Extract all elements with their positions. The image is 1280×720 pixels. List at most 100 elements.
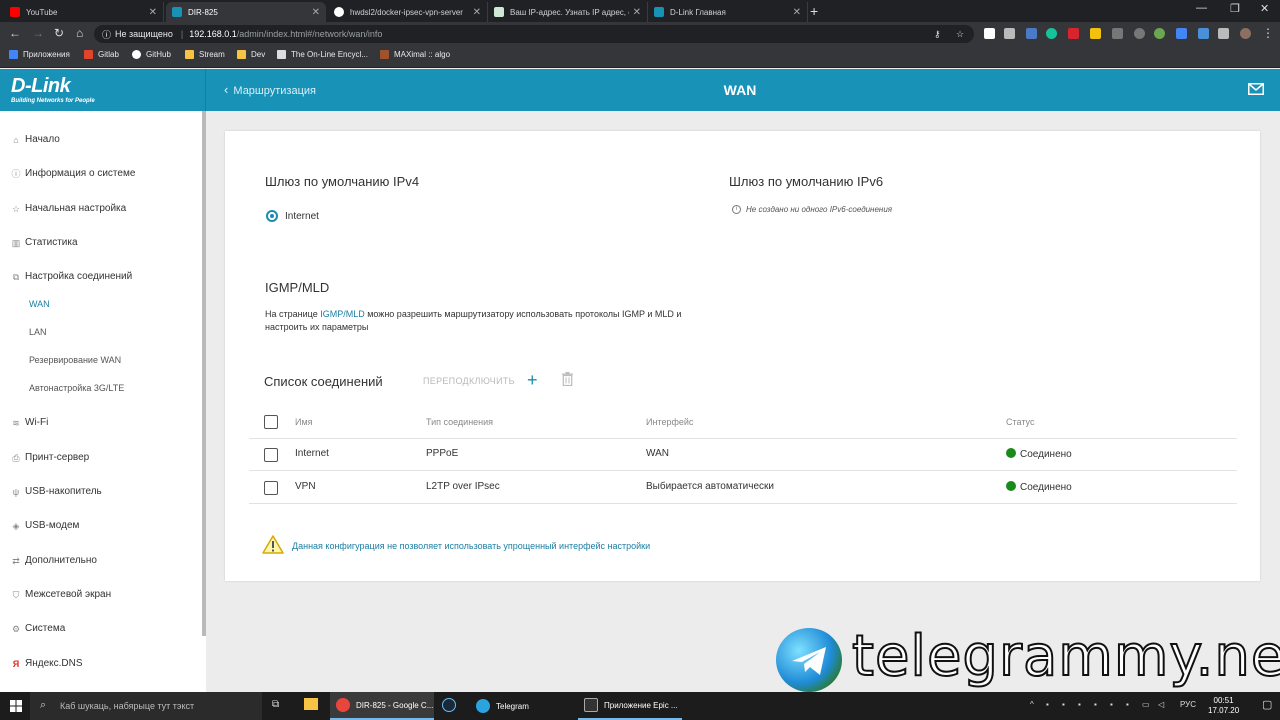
tab-youtube[interactable]: YouTube ✕: [4, 2, 164, 22]
steam-icon[interactable]: [442, 698, 456, 712]
windows-start-icon[interactable]: [10, 700, 22, 712]
adblock-icon[interactable]: [1068, 28, 1079, 39]
notifications-icon[interactable]: ▢: [1262, 698, 1272, 711]
close-icon[interactable]: ✕: [312, 7, 320, 18]
row-name[interactable]: VPN: [295, 481, 316, 492]
tab-dir825[interactable]: DIR-825 ✕: [166, 2, 326, 22]
tab-dlink-home[interactable]: D-Link Главная ✕: [648, 2, 808, 22]
language-indicator[interactable]: РУС: [1180, 700, 1196, 709]
tab-ip-address[interactable]: Ваш IP-адрес. Узнать IP адрес, с ✕: [488, 2, 648, 22]
taskbar-search[interactable]: ⌕ Каб шукаць, набярыце тут тэкст: [30, 692, 262, 720]
bookmark-github[interactable]: GitHub: [132, 50, 171, 59]
mail-icon[interactable]: [1248, 83, 1264, 95]
column-header-type[interactable]: Тип соединения: [426, 417, 493, 427]
sidebar-subitem-wan[interactable]: WAN: [29, 299, 50, 309]
row-checkbox[interactable]: [264, 448, 278, 462]
sidebar-item-system-info[interactable]: ⓘ Информация о системе: [11, 168, 135, 179]
github-icon: [334, 7, 344, 17]
sidebar-item-print-server[interactable]: ⎙ Принт-сервер: [11, 452, 89, 463]
restore-icon[interactable]: ❐: [1230, 2, 1240, 15]
close-icon[interactable]: ✕: [473, 7, 481, 18]
sidebar-item-connections[interactable]: ⧉ Настройка соединений: [11, 271, 132, 282]
sidebar-item-statistics[interactable]: ▥ Статистика: [11, 237, 78, 248]
back-arrow-icon[interactable]: ←: [9, 26, 21, 40]
taskbar-app-label: Приложение Epic ...: [604, 700, 678, 710]
sidebar-item-system[interactable]: ⚙ Система: [11, 623, 65, 634]
extension-icon[interactable]: [1026, 28, 1037, 39]
explorer-icon[interactable]: [304, 698, 318, 710]
column-header-name[interactable]: Имя: [295, 417, 313, 427]
sidebar-item-wifi[interactable]: ≋ Wi-Fi: [11, 417, 48, 428]
column-header-interface[interactable]: Интерфейс: [646, 417, 693, 427]
bookmark-oeis[interactable]: The On-Line Encycl...: [277, 50, 368, 59]
clock[interactable]: 00:51 17.07.20: [1208, 696, 1239, 716]
close-icon[interactable]: ✕: [633, 7, 641, 18]
tray-app-icon[interactable]: ▪: [1110, 700, 1113, 709]
row-checkbox[interactable]: [264, 481, 278, 495]
sidebar-item-home[interactable]: ⌂ Начало: [11, 134, 60, 145]
close-icon[interactable]: ✕: [149, 7, 157, 18]
home-icon[interactable]: ⌂: [76, 26, 83, 40]
info-icon[interactable]: ⓘ: [102, 28, 111, 41]
close-icon[interactable]: ✕: [793, 7, 801, 18]
sidebar-subitem-lan[interactable]: LAN: [29, 327, 47, 337]
sidebar-item-initial-setup[interactable]: ☆ Начальная настройка: [11, 203, 126, 214]
network-icon[interactable]: ▭: [1142, 700, 1150, 709]
sidebar-item-advanced[interactable]: ⇄ Дополнительно: [11, 555, 97, 566]
new-tab-button[interactable]: +: [810, 3, 818, 19]
sidebar-item-yandex-dns[interactable]: Я Яндекс.DNS: [11, 658, 83, 669]
ipv4-gateway-option[interactable]: Internet: [285, 211, 319, 222]
extension-icon[interactable]: [1090, 28, 1101, 39]
extension-icon[interactable]: [1154, 28, 1165, 39]
sidebar-subitem-wan-backup[interactable]: Резервирование WAN: [29, 355, 121, 365]
tray-app-icon[interactable]: ▪: [1078, 700, 1081, 709]
extension-icon[interactable]: [984, 28, 995, 39]
key-icon[interactable]: ⚷: [934, 29, 941, 40]
taskbar-app-epic[interactable]: Приложение Epic ...: [578, 692, 682, 720]
sidebar-subitem-3g-lte[interactable]: Автонастройка 3G/LTE: [29, 383, 124, 393]
ipv4-gateway-radio[interactable]: [266, 210, 278, 222]
extension-icon[interactable]: [1198, 28, 1209, 39]
simple-ui-warning[interactable]: Данная конфигурация не позволяет использ…: [292, 541, 650, 551]
igmp-link[interactable]: IGMP/MLD: [320, 309, 365, 319]
row-name[interactable]: Internet: [295, 448, 329, 459]
address-bar[interactable]: ⓘ Не защищено | 192.168.0.1 /admin/index…: [94, 25, 974, 43]
select-all-checkbox[interactable]: [264, 415, 278, 429]
translate-icon[interactable]: [1176, 28, 1187, 39]
close-window-icon[interactable]: ✕: [1260, 2, 1269, 15]
tray-app-icon[interactable]: ▪: [1094, 700, 1097, 709]
tray-chevron-icon[interactable]: ^: [1030, 700, 1034, 709]
volume-icon[interactable]: ◁: [1158, 700, 1164, 709]
sidebar-item-usb-storage[interactable]: ψ USB-накопитель: [11, 486, 102, 497]
grammarly-icon[interactable]: [1046, 28, 1057, 39]
forward-arrow-icon[interactable]: →: [32, 26, 44, 40]
extension-icon[interactable]: [1004, 28, 1015, 39]
avatar[interactable]: [1240, 28, 1251, 39]
extension-icon[interactable]: [1112, 28, 1123, 39]
bookmark-stream[interactable]: Stream: [185, 50, 225, 59]
extension-icon[interactable]: [1134, 28, 1145, 39]
taskbar-app-chrome[interactable]: DIR-825 - Google C...: [330, 692, 434, 720]
bookmark-apps[interactable]: Приложения: [9, 50, 70, 59]
app-header: D-Link Building Networks for People ‹ Ма…: [0, 69, 1280, 111]
add-connection-icon[interactable]: +: [527, 371, 538, 389]
bookmark-gitlab[interactable]: Gitlab: [84, 50, 119, 59]
tab-github-repo[interactable]: hwdsl2/docker-ipsec-vpn-server ✕: [328, 2, 488, 22]
sidebar-item-usb-modem[interactable]: ◈ USB-модем: [11, 520, 80, 531]
bookmark-maximal[interactable]: MAXimal :: algo: [380, 50, 450, 59]
taskbar-app-telegram[interactable]: Telegram: [470, 692, 574, 720]
bookmark-dev[interactable]: Dev: [237, 50, 265, 59]
task-view-icon[interactable]: ⧉: [272, 699, 279, 710]
tray-app-icon[interactable]: ▪: [1046, 700, 1049, 709]
minimize-icon[interactable]: —: [1196, 2, 1207, 14]
trash-icon[interactable]: [562, 372, 573, 386]
reconnect-button[interactable]: ПЕРЕПОДКЛЮЧИТЬ: [423, 376, 515, 386]
tray-app-icon[interactable]: ▪: [1062, 700, 1065, 709]
column-header-status[interactable]: Статус: [1006, 417, 1034, 427]
tray-app-icon[interactable]: ▪: [1126, 700, 1129, 709]
sidebar-item-firewall[interactable]: ⛉ Межсетевой экран: [11, 589, 111, 600]
reload-icon[interactable]: ↻: [54, 26, 64, 40]
star-icon[interactable]: ☆: [956, 29, 964, 40]
puzzle-icon[interactable]: [1218, 28, 1229, 39]
menu-dots-icon[interactable]: ⋮: [1262, 26, 1274, 40]
